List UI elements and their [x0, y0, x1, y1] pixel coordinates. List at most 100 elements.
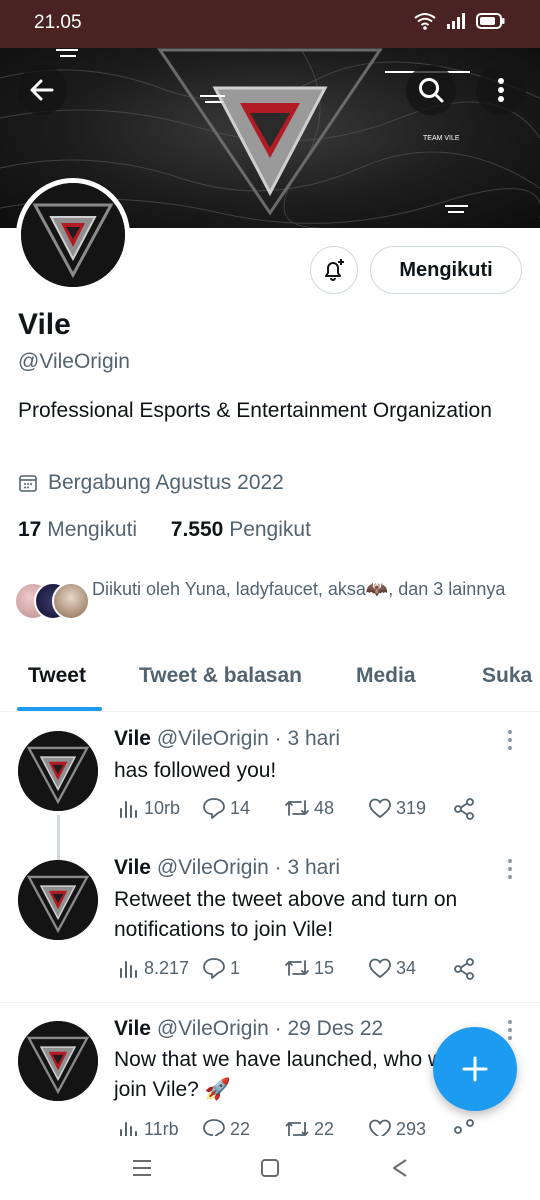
menu-icon[interactable]: [130, 1156, 154, 1180]
search-button[interactable]: [406, 65, 456, 115]
compose-tweet-button[interactable]: [433, 1027, 517, 1111]
tweet-avatar[interactable]: [18, 1021, 98, 1101]
joined-date: Bergabung Agustus 2022: [18, 471, 284, 495]
views-button[interactable]: 8.217: [118, 957, 189, 979]
heart-icon: [369, 1119, 391, 1136]
retweet-count: 15: [314, 957, 335, 978]
like-count: 319: [396, 797, 427, 818]
share-button[interactable]: [452, 797, 476, 821]
analytics-icon: [120, 961, 137, 978]
bell-plus-icon: [325, 259, 344, 281]
vile-logo-avatar: [18, 1021, 98, 1101]
profile-avatar[interactable]: [16, 178, 130, 292]
back-button[interactable]: [17, 65, 67, 115]
following-link[interactable]: 17 Mengikuti: [18, 518, 137, 541]
retweet-icon: [285, 800, 309, 816]
retweet-button[interactable]: 15: [284, 957, 334, 979]
analytics-icon: [120, 1122, 137, 1136]
retweet-icon: [285, 1121, 309, 1136]
views-button[interactable]: 11rb: [118, 1118, 179, 1136]
more-vertical-icon[interactable]: [504, 857, 516, 881]
home-square-icon[interactable]: [258, 1156, 282, 1180]
back-triangle-icon[interactable]: [388, 1156, 412, 1180]
views-count: 10rb: [144, 797, 181, 818]
avatar: [52, 582, 90, 620]
reply-icon: [203, 798, 225, 819]
views-count: 8.217: [144, 957, 190, 978]
tab-likes[interactable]: Suka: [482, 664, 532, 688]
heart-icon: [369, 798, 391, 818]
tweet-header: Vile @VileOrigin · 3 hari: [114, 856, 341, 879]
tweet-author-handle: @VileOrigin: [156, 727, 269, 750]
reply-icon: [203, 1119, 225, 1136]
wifi-icon: [414, 13, 436, 30]
tweet-actions: 10rb 14 48 319: [114, 797, 484, 827]
system-navigation-bar: [0, 1136, 540, 1200]
tweet-author-handle: @VileOrigin: [156, 1017, 269, 1040]
like-button[interactable]: 293: [368, 1118, 426, 1136]
share-button[interactable]: [452, 957, 476, 981]
tab-tweet[interactable]: Tweet: [28, 664, 86, 688]
reply-count: 22: [230, 1118, 251, 1137]
notification-bell-button[interactable]: [310, 246, 358, 294]
following-button[interactable]: Mengikuti: [370, 246, 522, 294]
like-button[interactable]: 34: [368, 957, 416, 979]
follow-counts: 17 Mengikuti 7.550 Pengikut: [18, 518, 311, 542]
tweet-author-name[interactable]: Vile: [114, 856, 151, 879]
tab-tweet-replies[interactable]: Tweet & balasan: [139, 664, 302, 688]
more-vertical-icon[interactable]: [504, 1018, 516, 1042]
tab-indicator: [17, 707, 102, 711]
followed-by-avatars: [14, 582, 90, 622]
tweet-author-name[interactable]: Vile: [114, 727, 151, 750]
tab-media[interactable]: Media: [356, 664, 416, 688]
signal-icon: [447, 13, 465, 29]
profile-bio: Professional Esports & Entertainment Org…: [18, 399, 492, 422]
tweet-actions: 8.217 1 15 34: [114, 957, 484, 987]
tweet-time: 3 hari: [287, 727, 341, 750]
tweet-avatar[interactable]: [18, 860, 98, 940]
vile-logo-avatar: [18, 731, 98, 811]
plus-icon: [462, 1056, 488, 1082]
reply-button[interactable]: 14: [202, 797, 250, 819]
profile-tabs: Tweet Tweet & balasan Media Suka: [0, 650, 540, 712]
tweet-text: Retweet the tweet above and turn on noti…: [114, 888, 458, 941]
retweet-count: 48: [314, 797, 335, 818]
views-button[interactable]: 10rb: [118, 797, 180, 819]
calendar-icon: [19, 475, 37, 492]
views-count: 11rb: [144, 1118, 179, 1137]
followers-link[interactable]: 7.550 Pengikut: [171, 518, 311, 541]
tweet-text: has followed you!: [114, 759, 277, 782]
tweet-author-handle: @VileOrigin: [156, 856, 269, 879]
followers-count: 7.550: [170, 518, 224, 541]
tweet-time: 29 Des 22: [287, 1017, 384, 1040]
tweet-author-name[interactable]: Vile: [114, 1017, 151, 1040]
more-vertical-icon[interactable]: [504, 728, 516, 752]
share-button[interactable]: [452, 1118, 476, 1136]
thread-line: [57, 815, 60, 860]
like-button[interactable]: 319: [368, 797, 426, 819]
more-vertical-icon: [498, 78, 504, 102]
reply-button[interactable]: 22: [202, 1118, 250, 1136]
retweet-button[interactable]: 48: [284, 797, 334, 819]
reply-button[interactable]: 1: [202, 957, 240, 979]
retweet-button[interactable]: 22: [284, 1118, 334, 1136]
arrow-left-icon: [30, 79, 54, 101]
share-icon: [454, 798, 474, 820]
status-time: 21.05: [34, 12, 82, 33]
profile-handle: @VileOrigin: [18, 350, 130, 373]
following-count: 17: [18, 518, 42, 541]
status-bar: 21.05: [0, 0, 540, 48]
tweet-header: Vile @VileOrigin · 29 Des 22: [114, 1017, 384, 1040]
battery-icon: [476, 13, 505, 29]
search-icon: [419, 78, 444, 103]
tweet-divider: [0, 1002, 540, 1003]
tweet-avatar[interactable]: [18, 731, 98, 811]
heart-icon: [369, 958, 391, 978]
like-count: 293: [396, 1118, 427, 1137]
vile-logo-avatar: [21, 183, 125, 287]
retweet-count: 22: [314, 1118, 335, 1137]
tweet-actions: 11rb 22 22 293: [114, 1118, 484, 1136]
following-label: Mengikuti: [47, 518, 138, 541]
more-options-button[interactable]: [476, 65, 526, 115]
joined-text: Bergabung Agustus 2022: [48, 471, 284, 494]
